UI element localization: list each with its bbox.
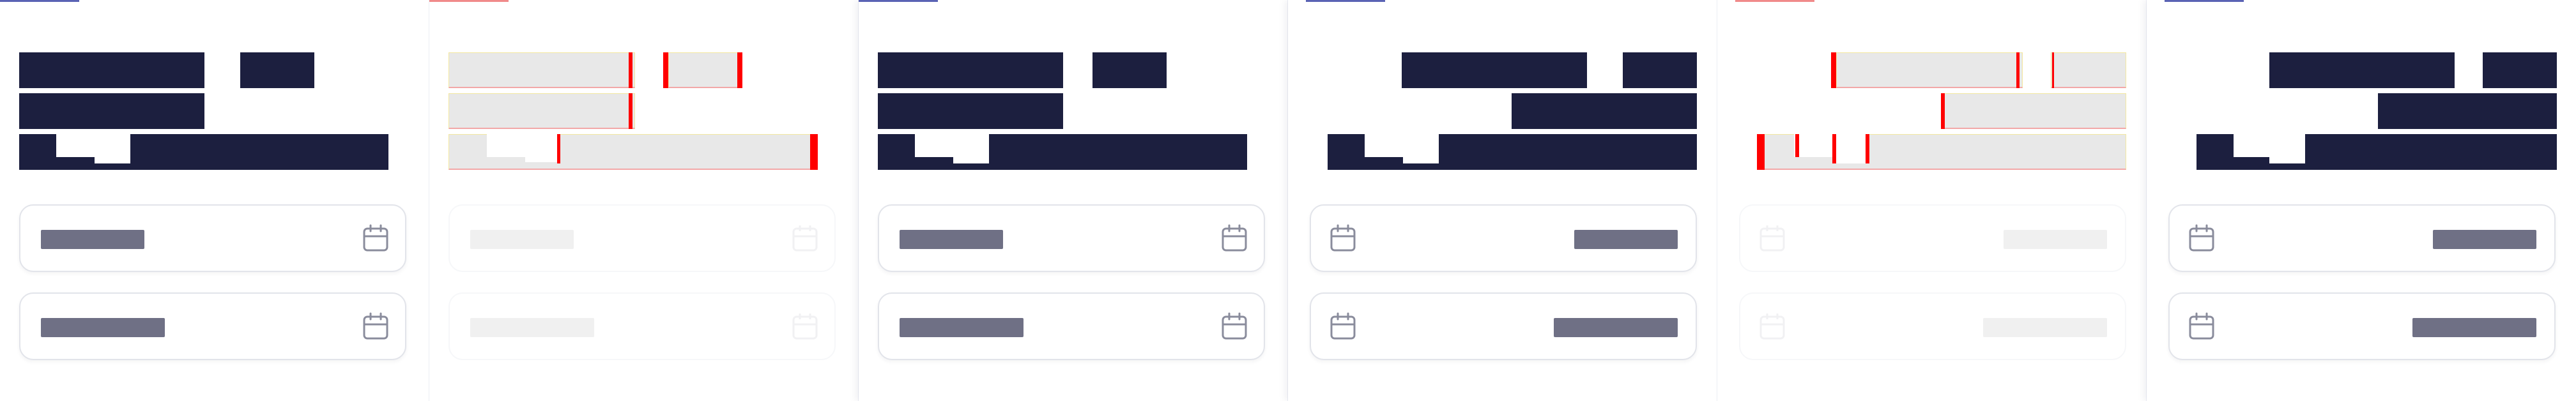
debug-box bbox=[1836, 52, 2023, 88]
debug-box bbox=[2051, 52, 2126, 88]
debug-box bbox=[448, 52, 635, 88]
debug-box bbox=[448, 93, 635, 129]
title-line-2 bbox=[1512, 93, 1697, 129]
title-block bbox=[429, 0, 859, 179]
date-field-value bbox=[1574, 230, 1678, 249]
title-line-1a bbox=[878, 52, 1063, 88]
date-field-start[interactable] bbox=[1739, 204, 2126, 272]
date-field-value bbox=[2433, 230, 2536, 249]
date-field-end[interactable] bbox=[1310, 292, 1697, 360]
panel-strip bbox=[0, 0, 2576, 401]
date-field-end[interactable] bbox=[1739, 292, 2126, 360]
calendar-icon[interactable] bbox=[362, 223, 390, 254]
title-block bbox=[1288, 0, 1717, 179]
date-field-start[interactable] bbox=[19, 204, 406, 272]
title-block bbox=[859, 0, 1288, 179]
date-field-end[interactable] bbox=[878, 292, 1265, 360]
title-line-2 bbox=[2378, 93, 2557, 129]
title-line-2 bbox=[19, 93, 204, 129]
title-block bbox=[2147, 0, 2576, 179]
date-field-end[interactable] bbox=[2168, 292, 2556, 360]
form-panel-ltr-debug bbox=[429, 0, 859, 401]
calendar-icon[interactable] bbox=[791, 223, 819, 254]
date-field-start[interactable] bbox=[448, 204, 836, 272]
debug-box bbox=[1943, 93, 2126, 129]
date-field-value bbox=[470, 318, 594, 337]
title-line-1a bbox=[1402, 52, 1587, 88]
date-field-value bbox=[900, 230, 1003, 249]
date-field-value bbox=[1554, 318, 1678, 337]
date-field-value bbox=[41, 230, 144, 249]
date-field-end[interactable] bbox=[19, 292, 406, 360]
calendar-icon[interactable] bbox=[2188, 312, 2216, 342]
calendar-icon[interactable] bbox=[791, 312, 819, 342]
form-panel-rtl bbox=[1288, 0, 1717, 401]
calendar-icon[interactable] bbox=[2188, 223, 2216, 254]
calendar-icon[interactable] bbox=[1329, 312, 1357, 342]
date-field-value bbox=[1983, 318, 2107, 337]
form-panel-ltr-2 bbox=[859, 0, 1288, 401]
date-field-start[interactable] bbox=[1310, 204, 1697, 272]
title-line-2 bbox=[878, 93, 1063, 129]
title-line-1b bbox=[2483, 52, 2557, 88]
date-field-end[interactable] bbox=[448, 292, 836, 360]
date-field-value bbox=[41, 318, 165, 337]
date-field-start[interactable] bbox=[2168, 204, 2556, 272]
form-panel-ltr bbox=[0, 0, 429, 401]
title-line-1a bbox=[2269, 52, 2455, 88]
date-field-start[interactable] bbox=[878, 204, 1265, 272]
date-field-value bbox=[2004, 230, 2107, 249]
date-field-value bbox=[900, 318, 1023, 337]
title-line-1b bbox=[240, 52, 314, 88]
title-block bbox=[0, 0, 429, 179]
date-field-value bbox=[2412, 318, 2536, 337]
calendar-icon[interactable] bbox=[1220, 223, 1248, 254]
calendar-icon[interactable] bbox=[1329, 223, 1357, 254]
form-panel-rtl-debug bbox=[1717, 0, 2147, 401]
title-line-1a bbox=[19, 52, 204, 88]
date-field-value bbox=[470, 230, 574, 249]
calendar-icon[interactable] bbox=[1758, 223, 1786, 254]
form-panel-rtl-2 bbox=[2147, 0, 2576, 401]
calendar-icon[interactable] bbox=[1220, 312, 1248, 342]
debug-box bbox=[668, 52, 742, 88]
title-line-1b bbox=[1623, 52, 1697, 88]
title-block bbox=[1717, 0, 2147, 179]
calendar-icon[interactable] bbox=[362, 312, 390, 342]
title-line-1b bbox=[1092, 52, 1167, 88]
calendar-icon[interactable] bbox=[1758, 312, 1786, 342]
